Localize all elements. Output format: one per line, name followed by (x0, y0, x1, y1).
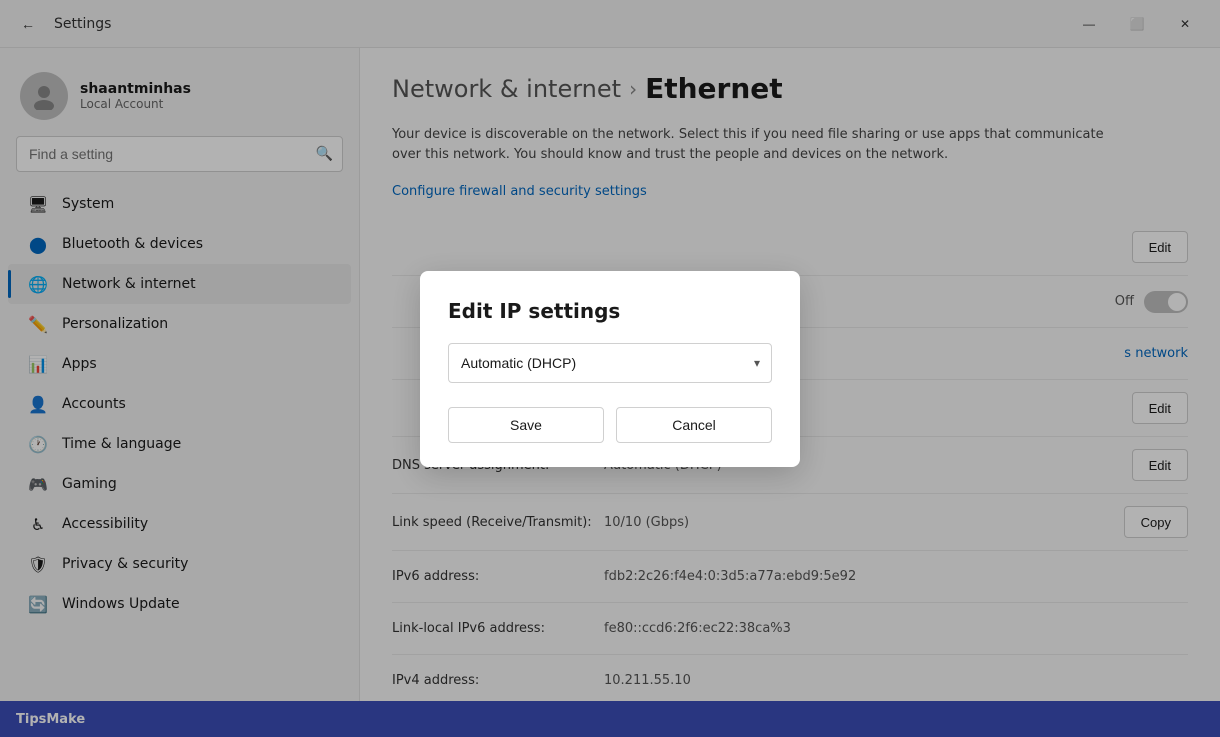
edit-ip-dialog: Edit IP settings Automatic (DHCP) Manual… (420, 271, 800, 467)
dialog-overlay[interactable]: Edit IP settings Automatic (DHCP) Manual… (0, 0, 1220, 737)
ip-type-select[interactable]: Automatic (DHCP) Manual (448, 343, 772, 383)
dialog-cancel-button[interactable]: Cancel (616, 407, 772, 443)
dialog-title: Edit IP settings (448, 299, 772, 323)
dialog-save-button[interactable]: Save (448, 407, 604, 443)
dialog-actions: Save Cancel (448, 407, 772, 443)
dialog-select-wrapper: Automatic (DHCP) Manual ▾ (448, 343, 772, 383)
